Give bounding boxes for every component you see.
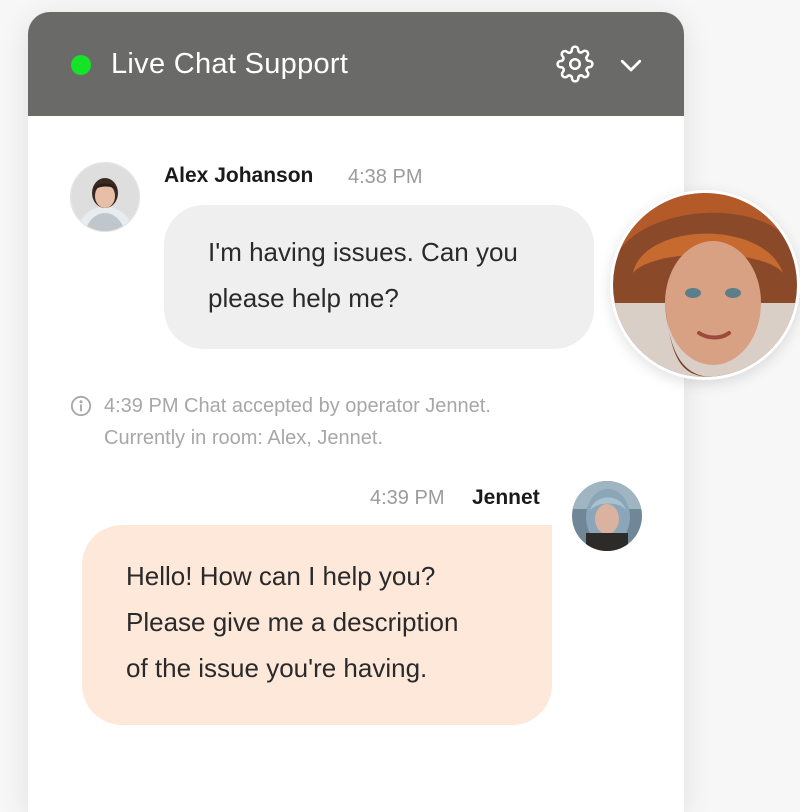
message-time: 4:39 PM (370, 487, 445, 509)
message-time: 4:38 PM (348, 166, 423, 188)
system-message: 4:39 PM Chat accepted by operator Jennet… (104, 395, 491, 449)
incoming-message-bubble: I'm having issues. Can you please help m… (164, 205, 594, 349)
chat-title: Live Chat Support (111, 48, 349, 80)
customer-photo (610, 190, 800, 380)
sender-name: Jennet (472, 486, 540, 509)
alex-avatar (70, 162, 140, 232)
jennet-avatar (572, 481, 642, 551)
chat-header: Live Chat Support (28, 12, 684, 116)
chat-widget: Live Chat Support Alex Johanson 4:38 PM … (28, 12, 684, 812)
online-status-dot (71, 55, 91, 75)
sender-name: Alex Johanson (164, 164, 314, 187)
outgoing-message-bubble: Hello! How can I help you? Please give m… (82, 525, 552, 725)
chevron-down-icon[interactable] (616, 50, 646, 80)
gear-icon[interactable] (556, 45, 594, 83)
info-icon (70, 395, 92, 417)
